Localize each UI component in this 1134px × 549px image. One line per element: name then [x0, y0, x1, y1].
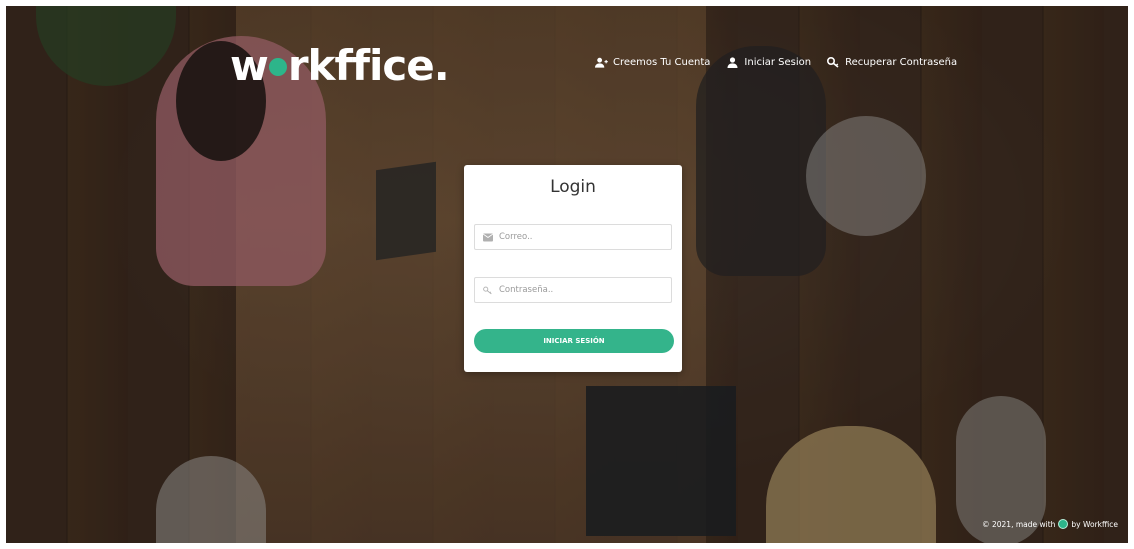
user-plus-icon: [595, 57, 608, 68]
heart-icon: [1058, 519, 1069, 529]
user-icon: [727, 57, 738, 68]
footer: © 2021, made with by Workffice: [982, 519, 1118, 529]
chair: [806, 116, 926, 236]
nav-login-label: Iniciar Sesion: [744, 57, 812, 68]
nav-create-account[interactable]: Creemos Tu Cuenta: [595, 57, 710, 68]
login-title: Login: [550, 177, 596, 197]
nav-create-account-label: Creemos Tu Cuenta: [613, 57, 711, 68]
logo-suffix: rkffice.: [287, 41, 450, 90]
envelope-icon: [483, 233, 493, 241]
key-icon: [827, 57, 839, 68]
brand-logo[interactable]: w rkffice.: [230, 41, 450, 90]
person-blonde: [766, 426, 936, 543]
password-field: [474, 277, 672, 303]
footer-suffix: by Workffice: [1071, 519, 1118, 529]
login-card: Login INICIAR SESIÓN: [464, 165, 682, 372]
laptop: [376, 161, 436, 261]
top-nav: Creemos Tu Cuenta Iniciar Sesion Recuper…: [595, 57, 957, 68]
logo-o-icon: [268, 57, 287, 76]
nav-recover-password-label: Recuperar Contraseña: [845, 57, 958, 68]
login-submit-button[interactable]: INICIAR SESIÓN: [474, 329, 674, 353]
logo-prefix: w: [230, 41, 269, 90]
background-photo: w rkffice. Creemos Tu Cuenta Iniciar Sesi…: [6, 6, 1128, 543]
email-field: [474, 224, 672, 250]
footer-prefix: © 2021, made with: [982, 519, 1056, 529]
plant: [36, 6, 176, 86]
chair: [156, 456, 266, 543]
password-input[interactable]: [499, 285, 659, 295]
email-input[interactable]: [499, 232, 659, 242]
laptop: [586, 386, 736, 536]
person-dark-jacket: [696, 46, 826, 276]
key-icon: [483, 286, 492, 294]
nav-recover-password[interactable]: Recuperar Contraseña: [827, 57, 957, 68]
nav-login[interactable]: Iniciar Sesion: [726, 57, 811, 68]
